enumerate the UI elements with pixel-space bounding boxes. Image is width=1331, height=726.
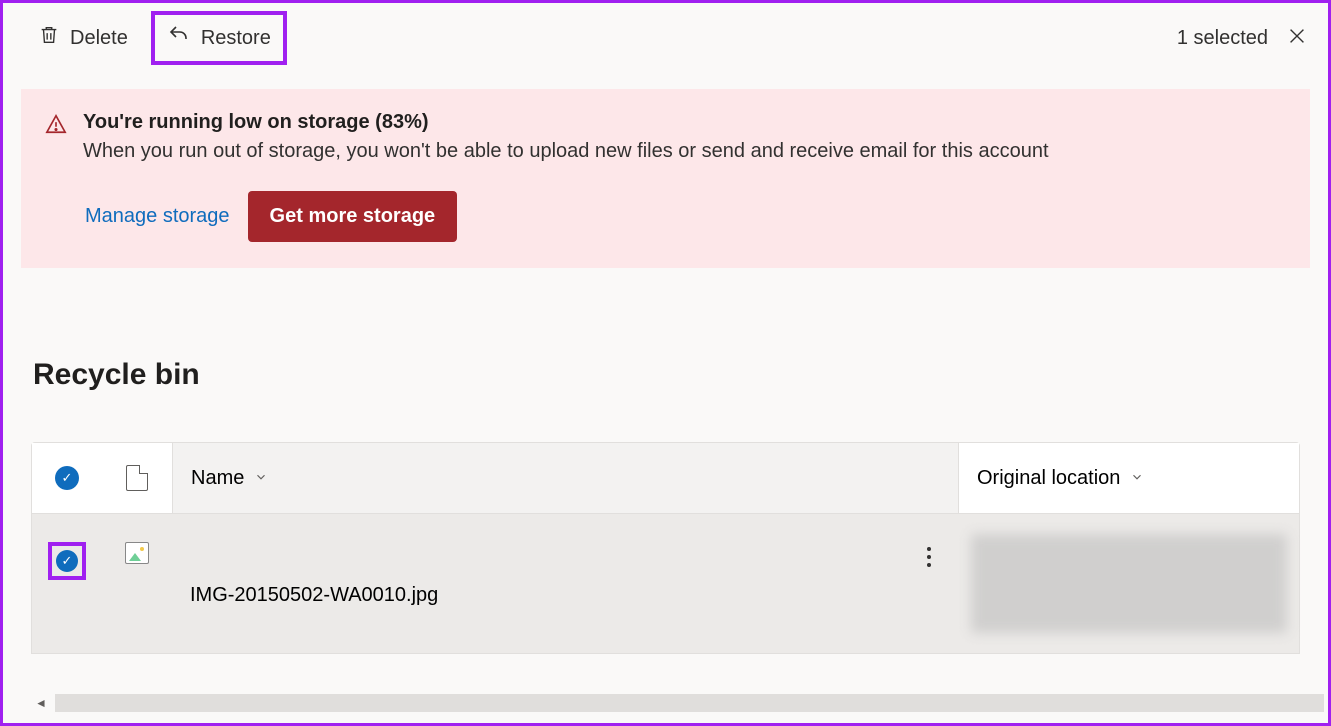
undo-icon [167, 23, 191, 53]
row-checkbox[interactable]: ✓ [48, 542, 86, 580]
check-circle-icon: ✓ [56, 550, 78, 572]
table-header: ✓ Name Original location [32, 443, 1299, 513]
trash-icon [38, 24, 60, 52]
storage-warning-banner: You're running low on storage (83%) When… [21, 89, 1310, 268]
chevron-down-icon [254, 470, 268, 487]
banner-description: When you run out of storage, you won't b… [83, 140, 1049, 163]
table-row[interactable]: ✓ IMG-20150502-WA0010.jpg [32, 513, 1299, 653]
scroll-left-icon[interactable]: ◄ [31, 696, 51, 710]
location-header[interactable]: Original location [959, 467, 1299, 490]
location-header-label: Original location [977, 467, 1120, 490]
name-header[interactable]: Name [172, 443, 959, 513]
recycle-bin-table: ✓ Name Original location ✓ [31, 442, 1300, 654]
file-icon [126, 465, 148, 491]
chevron-down-icon [1130, 470, 1144, 487]
banner-title: You're running low on storage (83%) [83, 111, 1049, 134]
type-header[interactable] [102, 465, 172, 491]
restore-label: Restore [201, 27, 271, 50]
close-icon[interactable] [1286, 25, 1308, 51]
delete-label: Delete [70, 27, 128, 50]
scrollbar-track[interactable] [55, 694, 1324, 712]
manage-storage-link[interactable]: Manage storage [85, 205, 230, 228]
restore-button[interactable]: Restore [151, 11, 287, 65]
delete-button[interactable]: Delete [23, 13, 143, 63]
page-title: Recycle bin [33, 358, 1298, 392]
horizontal-scrollbar[interactable]: ◄ [31, 693, 1328, 713]
toolbar: Delete Restore 1 selected [3, 3, 1328, 73]
file-name-cell: IMG-20150502-WA0010.jpg [172, 514, 899, 653]
image-icon [125, 542, 149, 564]
warning-icon [45, 113, 67, 140]
check-circle-icon: ✓ [55, 466, 79, 490]
more-actions-button[interactable] [899, 514, 959, 653]
original-location-cell [959, 514, 1299, 653]
get-more-storage-button[interactable]: Get more storage [248, 191, 458, 242]
selection-count: 1 selected [1177, 27, 1268, 50]
select-all-cell[interactable]: ✓ [32, 466, 102, 490]
name-header-label: Name [191, 467, 244, 490]
